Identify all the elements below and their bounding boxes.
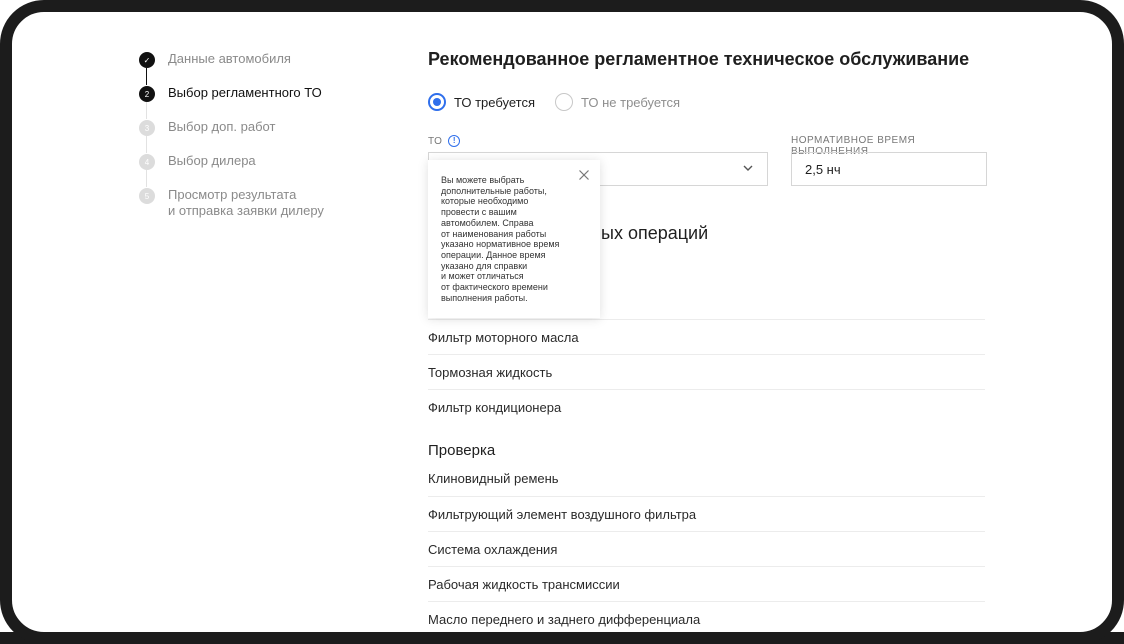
operations-heading: ых операций (601, 223, 709, 243)
to-label: ТО (428, 135, 443, 147)
tooltip-line: провести с вашим (441, 207, 517, 218)
list-item: Фильтр моторного масла (428, 319, 985, 354)
info-icon[interactable]: ! (448, 135, 461, 147)
norm-time-input[interactable]: 2,5 нч (791, 152, 987, 186)
step-number: 2 (139, 86, 155, 102)
info-tooltip: Вы можете выбрать дополнительные работы,… (428, 160, 600, 318)
radio-checked-icon[interactable] (428, 93, 446, 111)
step-label: Выбор дилера (168, 153, 256, 168)
step-connector (146, 102, 147, 119)
step-done-check-icon: ✓ (139, 52, 155, 68)
step-label: Данные автомобиля (168, 51, 291, 66)
list-item: Система охлаждения (428, 531, 985, 566)
chevron-down-icon (743, 165, 753, 171)
step-dealer-choice[interactable]: 4 Выбор дилера (137, 152, 377, 187)
step-label: Просмотр результата (168, 187, 297, 202)
step-connector (146, 68, 147, 85)
step-connector (146, 136, 147, 153)
tooltip-line: операции. Данное время (441, 249, 546, 260)
step-number: 4 (139, 154, 155, 170)
tooltip-line: указано для справки (441, 260, 528, 271)
tooltip-line: которые необходимо (441, 196, 529, 207)
maintenance-radio-group: ТО требуется ТО не требуется (428, 93, 680, 111)
step-label-wrap: Просмотр результата и отправка заявки ди… (168, 187, 324, 219)
step-extra-works[interactable]: 3 Выбор доп. работ (137, 118, 377, 153)
step-label-line2: и отправка заявки дилеру (168, 203, 324, 218)
tooltip-line: указано нормативное время (441, 239, 560, 250)
radio-required[interactable]: ТО требуется (428, 93, 535, 111)
stepper: ✓ Данные автомобиля 2 Выбор регламентног… (137, 50, 377, 226)
list-item: Фильтр кондиционера (428, 389, 985, 424)
step-review-submit[interactable]: 5 Просмотр результата и отправка заявки … (137, 186, 377, 226)
list-item: Фильтрующий элемент воздушного фильтра (428, 496, 985, 531)
tooltip-line: и может отличаться (441, 271, 524, 282)
page-title: Рекомендованное регламентное техническое… (428, 49, 970, 69)
close-icon[interactable] (578, 169, 590, 181)
list-item: Масло переднего и заднего дифференциала (428, 601, 985, 636)
radio-unchecked-icon[interactable] (555, 93, 574, 111)
radio-label: ТО требуется (454, 94, 536, 110)
list-item: Рабочая жидкость трансмиссии (428, 566, 985, 601)
step-car-data[interactable]: ✓ Данные автомобиля (137, 50, 377, 85)
step-label: Выбор доп. работ (168, 119, 276, 134)
radio-label: ТО не требуется (581, 94, 681, 110)
radio-not-required[interactable]: ТО не требуется (555, 93, 680, 111)
list-item: Клиновидный ремень (428, 471, 559, 486)
tooltip-line: от наименования работы (441, 228, 547, 239)
tooltip-text: Вы можете выбрать дополнительные работы,… (441, 175, 583, 303)
main-content: Рекомендованное регламентное техническое… (428, 47, 988, 627)
tooltip-line: выполнения работы. (441, 292, 528, 303)
step-number: 3 (139, 120, 155, 136)
tooltip-line: дополнительные работы, (441, 185, 547, 196)
step-number: 5 (139, 188, 155, 204)
step-label: Выбор регламентного ТО (168, 85, 322, 100)
device-frame-bottom (0, 632, 1124, 644)
tooltip-line: Вы можете выбрать (441, 175, 525, 185)
tooltip-line: от фактического времени (441, 282, 548, 293)
tooltip-line: автомобилем. Справа (441, 217, 534, 228)
to-field-label: ТО ! (428, 135, 461, 147)
list-item: Тормозная жидкость (428, 354, 985, 389)
step-maintenance-choice[interactable]: 2 Выбор регламентного ТО (137, 84, 377, 119)
check-heading: Проверка (428, 442, 496, 459)
step-connector (146, 170, 147, 187)
